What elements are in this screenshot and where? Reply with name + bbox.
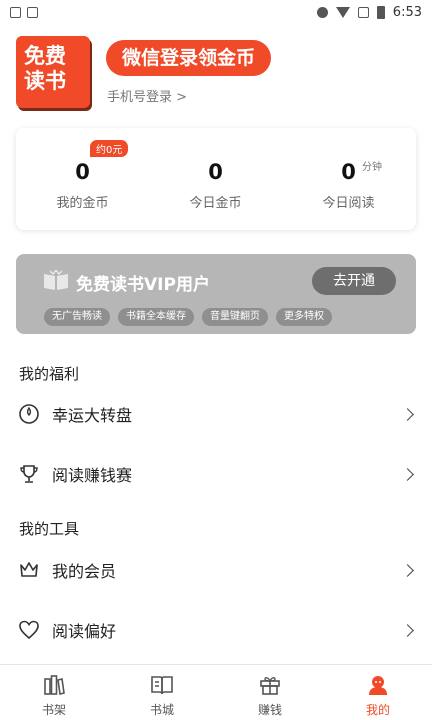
stat-my-coins[interactable]: 约0元 0 我的金币 (16, 128, 149, 230)
stat-value: 0 (208, 160, 223, 184)
stat-value: 0 (75, 160, 90, 184)
stat-label: 今日金币 (189, 196, 242, 211)
tab-earn[interactable]: 赚钱 (216, 671, 324, 719)
chevron-right-icon (401, 467, 414, 481)
heart-icon (19, 620, 39, 640)
wifi-icon (335, 6, 350, 18)
vip-feature: 音量键翻页 (202, 308, 268, 326)
stat-today-coins[interactable]: 0 今日金币 (149, 128, 282, 230)
menu-label: 阅读偏好 (52, 622, 117, 641)
gift-icon (260, 677, 280, 695)
wechat-login-button[interactable]: 微信登录领金币 (106, 40, 272, 76)
no-sim-icon (357, 6, 369, 18)
section-title-welfare: 我的福利 (19, 365, 80, 383)
stat-today-reading[interactable]: 0 分钟 今日阅读 (282, 128, 415, 230)
menu-label: 我的会员 (52, 562, 117, 581)
menu-item-lucky-wheel[interactable]: 幸运大转盘 (0, 394, 432, 434)
tab-label: 赚钱 (257, 703, 282, 717)
tab-bookshelf[interactable]: 书架 (0, 671, 108, 719)
app-logo: 免费 读书 (16, 36, 90, 108)
stat-label: 我的金币 (56, 196, 109, 211)
crown-icon (20, 562, 38, 577)
bookshelf-icon (44, 675, 65, 695)
tab-label: 我的 (365, 703, 390, 717)
user-icon (369, 676, 387, 695)
menu-label: 阅读赚钱赛 (52, 466, 133, 485)
logo-text: 免费 (24, 44, 66, 68)
notification-icon (27, 6, 38, 18)
notification-icon (10, 6, 21, 18)
wheel-icon (19, 404, 39, 424)
profile-header: 免费 读书 微信登录领金币 手机号登录 > (16, 36, 416, 116)
stat-value: 0 (341, 160, 356, 184)
chevron-right-icon (401, 623, 414, 637)
phone-login-link[interactable]: 手机号登录 > (107, 86, 187, 105)
tab-label: 书架 (41, 703, 66, 717)
menu-item-reading-preference[interactable]: 阅读偏好 (0, 610, 432, 650)
menu-label: 幸运大转盘 (52, 406, 133, 425)
vip-title: 免费读书VIP用户 (76, 275, 210, 295)
stat-label: 今日阅读 (322, 196, 375, 211)
vip-open-button[interactable]: 去开通 (312, 267, 396, 295)
section-title-tools: 我的工具 (19, 520, 80, 538)
logo-text: 读书 (24, 69, 66, 93)
battery-icon (376, 5, 385, 19)
trophy-icon (20, 465, 38, 483)
vip-features: 无广告畅读 书籍全本缓存 音量键翻页 更多特权 (44, 308, 332, 326)
status-time: 6:53 (392, 4, 422, 20)
book-icon (151, 676, 173, 695)
stat-unit: 分钟 (362, 162, 382, 173)
tab-mine[interactable]: 我的 (324, 671, 432, 719)
menu-item-reading-contest[interactable]: 阅读赚钱赛 (0, 454, 432, 494)
vip-book-icon (44, 270, 68, 290)
bottom-tab-bar: 书架 书城 赚钱 我的 (0, 664, 432, 720)
menu-item-membership[interactable]: 我的会员 (0, 550, 432, 590)
vip-feature: 书籍全本缓存 (118, 308, 194, 326)
coin-value-badge: 约0元 (90, 140, 129, 157)
vip-feature: 无广告畅读 (44, 308, 110, 326)
vip-banner[interactable]: 免费读书VIP用户 去开通 无广告畅读 书籍全本缓存 音量键翻页 更多特权 (16, 254, 416, 334)
tab-bookstore[interactable]: 书城 (108, 671, 216, 719)
chevron-right-icon (401, 407, 414, 421)
vip-feature: 更多特权 (276, 308, 332, 326)
status-bar: 6:53 (0, 0, 432, 24)
chevron-right-icon (401, 563, 414, 577)
dnd-icon (316, 6, 328, 18)
stats-card: 约0元 0 我的金币 0 今日金币 0 分钟 今日阅读 (16, 128, 416, 230)
tab-label: 书城 (149, 703, 174, 717)
